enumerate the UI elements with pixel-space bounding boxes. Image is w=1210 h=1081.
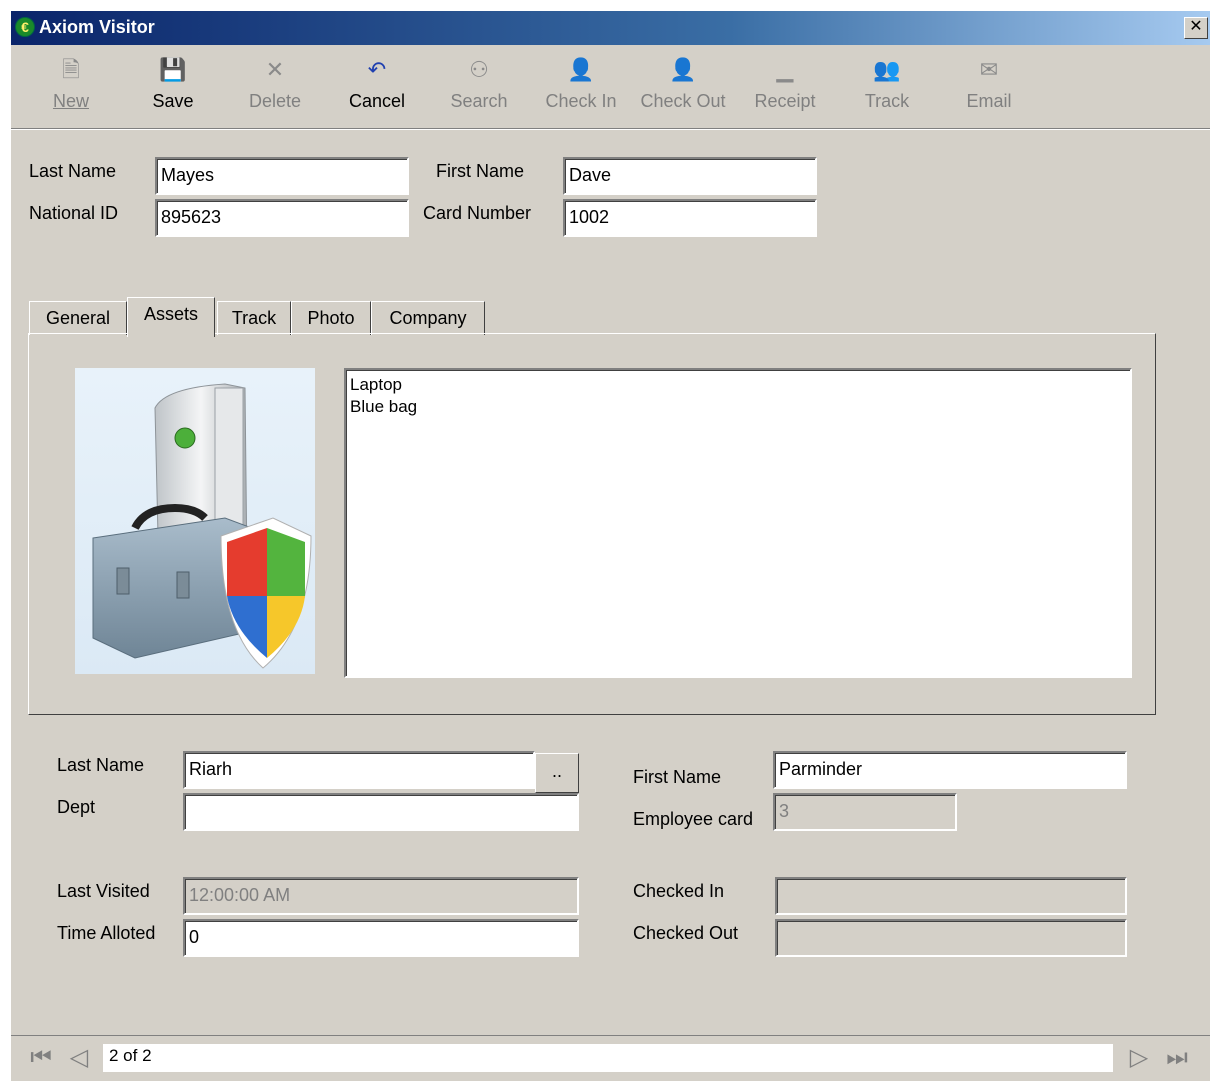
national-id-field[interactable]: 895623 — [155, 199, 409, 237]
tab-photo[interactable]: Photo — [291, 301, 371, 335]
dept-label: Dept — [57, 797, 96, 817]
search-label: Search — [450, 91, 508, 111]
host-first-name-field[interactable]: Parminder — [773, 751, 1127, 789]
binoculars-icon: ⚇ — [469, 57, 489, 82]
last-visited-label: Last Visited — [57, 881, 150, 901]
save-label: Save — [152, 91, 194, 111]
last-record-icon[interactable]: ⏭ — [1163, 1044, 1191, 1072]
browse-host-button[interactable]: .. — [535, 753, 579, 793]
first-record-icon[interactable]: ⏮ — [27, 1044, 55, 1072]
checked-in-label: Checked In — [633, 881, 725, 901]
employee-card-label: Employee card — [633, 809, 754, 829]
window-title: Axiom Visitor — [39, 17, 155, 37]
host-last-name-field[interactable]: Riarh — [183, 751, 535, 789]
track-button[interactable]: 👥 Track — [839, 55, 935, 121]
app-window: € Axiom Visitor ✕ 🗎 New 💾 Save ✕ Delete … — [10, 10, 1210, 1081]
tab-track[interactable]: Track — [217, 301, 291, 335]
asset-toolbox-image — [75, 368, 315, 674]
check-out-label: Check Out — [640, 91, 726, 111]
delete-button[interactable]: ✕ Delete — [227, 55, 323, 121]
email-label: Email — [966, 91, 1012, 111]
dept-field[interactable] — [183, 793, 579, 831]
assets-line: Blue bag — [350, 397, 418, 416]
save-button[interactable]: 💾 Save — [125, 55, 221, 121]
track-label: Track — [864, 91, 910, 111]
assets-line: Laptop — [350, 375, 402, 394]
card-number-label: Card Number — [423, 203, 532, 223]
cancel-button[interactable]: ↶ Cancel — [329, 55, 425, 121]
receipt-button[interactable]: ▁ Receipt — [737, 55, 833, 121]
check-out-button[interactable]: 👤 Check Out — [635, 55, 731, 121]
checked-out-field — [775, 919, 1127, 957]
record-position: 2 of 2 — [103, 1044, 1113, 1072]
check-in-label: Check In — [545, 91, 617, 111]
card-number-field[interactable]: 1002 — [563, 199, 817, 237]
check-in-button[interactable]: 👤 Check In — [533, 55, 629, 121]
checked-in-field — [775, 877, 1127, 915]
host-last-name-label: Last Name — [57, 755, 145, 775]
person-minus-icon: 👤 — [669, 57, 697, 82]
person-plus-icon: 👤 — [567, 57, 595, 82]
search-button[interactable]: ⚇ Search — [431, 55, 527, 121]
people-icon: 👥 — [873, 57, 901, 82]
first-name-field[interactable]: Dave — [563, 157, 817, 195]
host-first-name-label: First Name — [633, 767, 722, 787]
delete-label: Delete — [248, 91, 302, 111]
employee-card-field: 3 — [773, 793, 957, 831]
tab-company[interactable]: Company — [371, 301, 485, 335]
new-label: New — [52, 91, 89, 111]
cancel-label: Cancel — [348, 91, 406, 111]
tab-assets[interactable]: Assets — [127, 297, 215, 337]
assets-textarea[interactable]: Laptop Blue bag — [344, 368, 1132, 678]
receipt-icon: ▁ — [776, 57, 794, 82]
toolbar: 🗎 New 💾 Save ✕ Delete ↶ Cancel ⚇ Search … — [11, 45, 1210, 129]
email-button[interactable]: ✉ Email — [941, 55, 1037, 121]
title-bar: € Axiom Visitor ✕ — [11, 11, 1210, 45]
close-button[interactable]: ✕ — [1184, 17, 1208, 39]
assets-panel: Laptop Blue bag — [28, 333, 1156, 715]
x-delete-icon: ✕ — [265, 57, 285, 82]
undo-arrow-icon: ↶ — [367, 57, 387, 82]
app-globe-icon: € — [15, 17, 35, 37]
national-id-label: National ID — [29, 203, 119, 223]
previous-record-icon[interactable]: ◁ — [65, 1044, 93, 1072]
email-icon: ✉ — [979, 57, 999, 82]
floppy-disk-icon: 💾 — [159, 57, 187, 82]
last-visited-field: 12:00:00 AM — [183, 877, 579, 915]
record-navigator: ⏮ ◁ 2 of 2 ▷ ⏭ — [11, 1035, 1210, 1081]
next-record-icon[interactable]: ▷ — [1125, 1044, 1153, 1072]
receipt-label: Receipt — [754, 91, 816, 111]
last-name-field[interactable]: Mayes — [155, 157, 409, 195]
last-name-label: Last Name — [29, 161, 117, 181]
checked-out-label: Checked Out — [633, 923, 739, 943]
time-alloted-field[interactable]: 0 — [183, 919, 579, 957]
new-button[interactable]: 🗎 New — [23, 55, 119, 121]
first-name-label: First Name — [436, 161, 525, 181]
time-alloted-label: Time Alloted — [57, 923, 156, 943]
toolbox-shield-icon — [92, 383, 312, 669]
tab-general[interactable]: General — [29, 301, 127, 335]
close-icon: ✕ — [1189, 18, 1203, 35]
new-document-icon: 🗎 — [62, 57, 80, 82]
